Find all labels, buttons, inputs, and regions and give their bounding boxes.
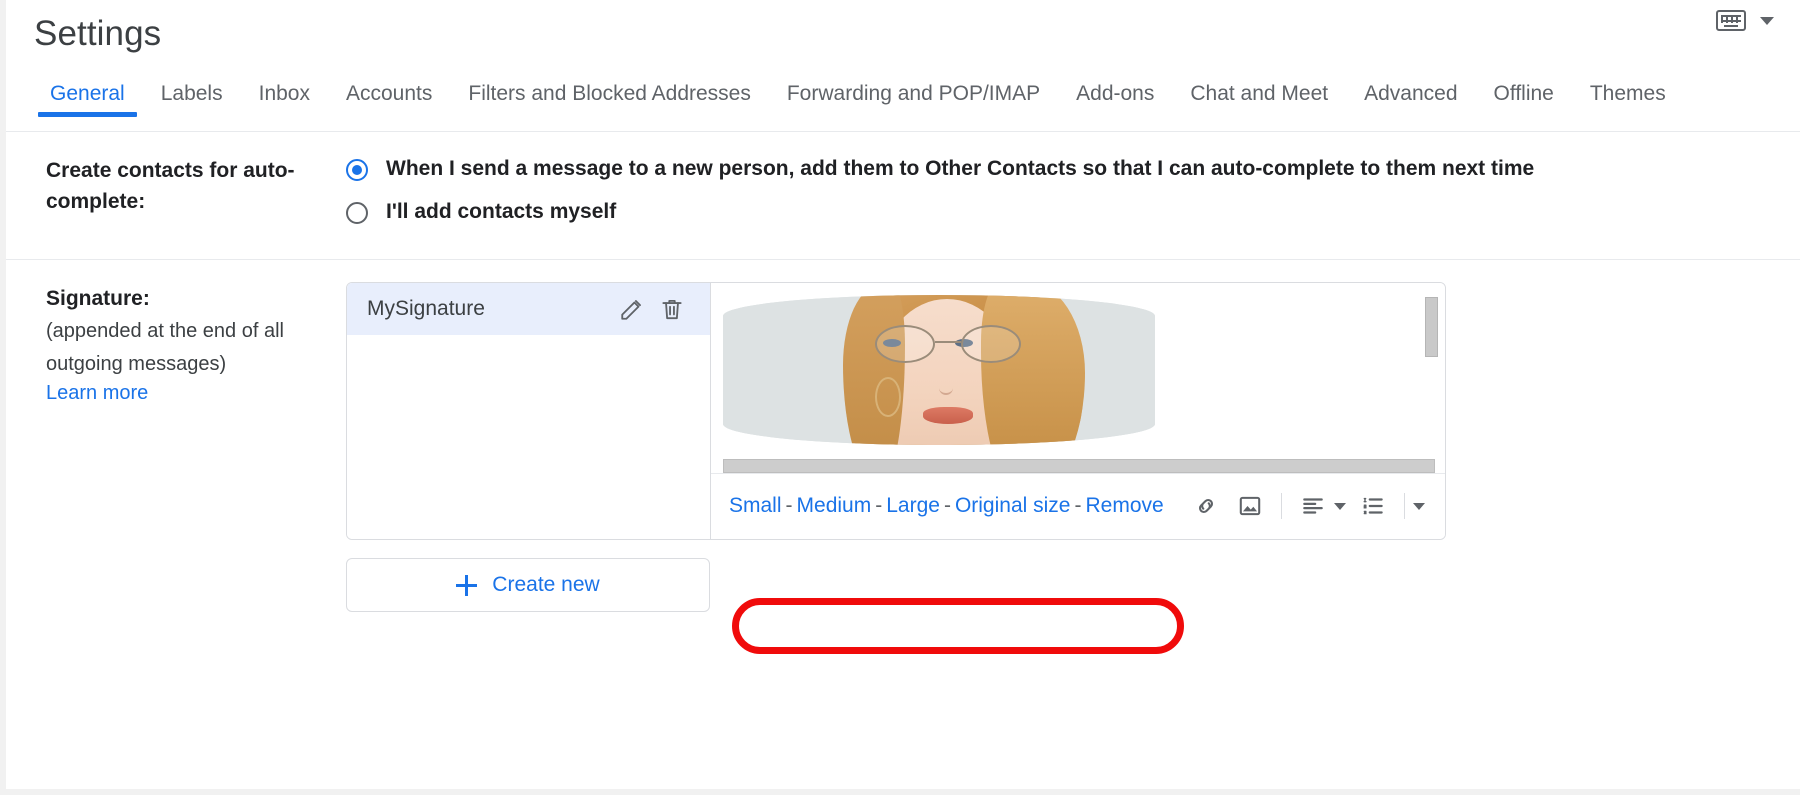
radio-manual-add[interactable] [346, 201, 368, 224]
signature-toolbar: Small - Medium - Large - Original size - Remove [711, 472, 1445, 539]
signature-list: MySignature [347, 282, 711, 539]
tab-inbox[interactable]: Inbox [241, 68, 328, 125]
plus-icon [456, 574, 478, 596]
tab-add-ons[interactable]: Add-ons [1058, 68, 1172, 125]
image-size-small-link[interactable]: Small [729, 494, 782, 517]
create-contacts-label: Create contacts for auto-complete: [46, 159, 295, 213]
settings-page: Settings General Labels Inbox Accounts F… [0, 0, 1800, 795]
image-size-original-link[interactable]: Original size [955, 494, 1071, 517]
tab-accounts[interactable]: Accounts [328, 68, 450, 125]
page-header: Settings [6, 0, 1800, 68]
radio-auto-add-label: When I send a message to a new person, a… [386, 157, 1535, 181]
tab-labels[interactable]: Labels [143, 68, 241, 125]
signature-learn-more-link[interactable]: Learn more [46, 382, 148, 405]
vertical-scrollbar[interactable] [1425, 296, 1438, 357]
create-new-signature-button[interactable]: Create new [346, 557, 710, 612]
image-size-medium-link[interactable]: Medium [797, 494, 872, 517]
list-item[interactable]: MySignature [347, 282, 710, 335]
more-options-caret-icon[interactable] [1413, 502, 1425, 510]
signature-name: MySignature [367, 296, 485, 320]
horizontal-scrollbar[interactable] [723, 458, 1435, 473]
image-size-large-link[interactable]: Large [886, 494, 940, 517]
tab-filters-and-blocked-addresses[interactable]: Filters and Blocked Addresses [450, 68, 768, 125]
signature-sublabel-line1: (appended at the end of all [46, 320, 284, 343]
trash-icon[interactable] [652, 289, 692, 329]
tab-chat-and-meet[interactable]: Chat and Meet [1172, 68, 1346, 125]
size-separator-3: - [943, 494, 951, 518]
signature-body: MySignature Small - Medium - Large - Ori… [346, 281, 1774, 612]
radio-option-manual-add[interactable]: I'll add contacts myself [346, 197, 1774, 227]
page-title: Settings [34, 14, 162, 53]
signature-sublabel-line2: outgoing messages) [46, 353, 227, 376]
numbered-list-icon[interactable] [1352, 485, 1394, 527]
signature-image[interactable] [723, 294, 1155, 445]
radio-option-auto-add[interactable]: When I send a message to a new person, a… [346, 154, 1774, 184]
tab-offline[interactable]: Offline [1476, 68, 1572, 125]
size-separator-4: - [1074, 494, 1082, 518]
section-label-create-contacts: Create contacts for auto-complete: [46, 154, 346, 217]
tab-themes[interactable]: Themes [1572, 68, 1684, 125]
image-remove-link[interactable]: Remove [1085, 494, 1163, 517]
insert-image-icon[interactable] [1229, 485, 1271, 527]
section-create-contacts: Create contacts for auto-complete: When … [6, 132, 1800, 260]
toolbar-buttons [1185, 485, 1435, 527]
signature-editor: Small - Medium - Large - Original size - Remove [711, 282, 1445, 539]
chevron-down-icon[interactable] [1760, 16, 1774, 25]
signature-label: Signature: [46, 286, 150, 310]
settings-content: Create contacts for auto-complete: When … [6, 132, 1800, 632]
radio-manual-add-label: I'll add contacts myself [386, 199, 617, 223]
toolbar-divider-2 [1404, 493, 1405, 520]
tab-general[interactable]: General [32, 68, 143, 125]
settings-tabbar: General Labels Inbox Accounts Filters an… [6, 68, 1800, 133]
signature-editor-canvas[interactable] [711, 283, 1445, 447]
section-signature: Signature: (appended at the end of all o… [6, 260, 1800, 632]
signature-panel: MySignature Small - Medium - Large - Ori… [346, 281, 1446, 540]
toolbar-divider-1 [1281, 493, 1282, 520]
radio-auto-add[interactable] [346, 159, 368, 182]
align-icon[interactable] [1292, 485, 1334, 527]
create-new-label: Create new [492, 572, 600, 596]
tab-list: General Labels Inbox Accounts Filters an… [32, 68, 1800, 125]
size-separator-2: - [875, 494, 883, 518]
tab-forwarding-and-pop-imap[interactable]: Forwarding and POP/IMAP [769, 68, 1058, 125]
tab-advanced[interactable]: Advanced [1346, 68, 1475, 125]
image-size-links: Small - Medium - Large - Original size - Remove [727, 494, 1164, 518]
align-dropdown-caret-icon[interactable] [1334, 502, 1346, 510]
create-contacts-options: When I send a message to a new person, a… [346, 154, 1774, 239]
size-separator-1: - [785, 494, 793, 518]
section-label-signature: Signature: (appended at the end of all o… [46, 282, 346, 405]
link-icon[interactable] [1185, 485, 1227, 527]
pencil-icon[interactable] [612, 289, 652, 329]
keyboard-icon[interactable] [1716, 10, 1746, 31]
header-actions [1716, 10, 1774, 31]
